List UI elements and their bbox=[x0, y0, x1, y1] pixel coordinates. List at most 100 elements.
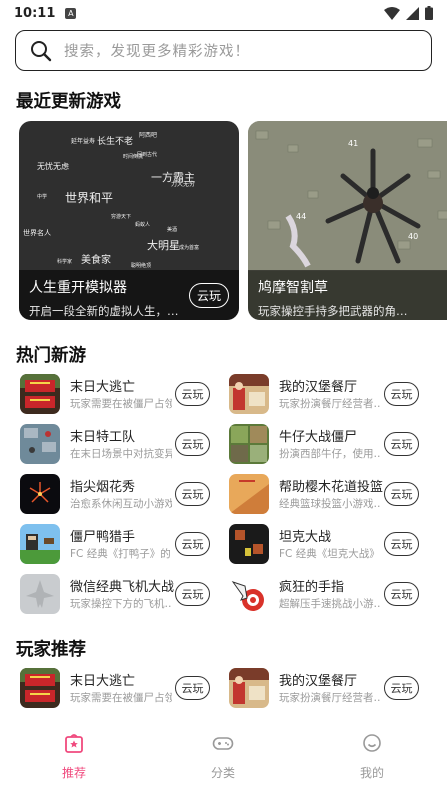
card-desc: 开启一段全新的虚拟人生，… bbox=[29, 304, 179, 318]
nav-label: 我的 bbox=[359, 766, 384, 780]
game-item[interactable]: 末日特工队 在末日场景中对抗变异 云玩 bbox=[20, 424, 230, 466]
game-desc: 扮演西部牛仔，使用… bbox=[279, 448, 381, 460]
cloud-word: 力大无穷 bbox=[171, 181, 196, 188]
game-item[interactable]: 坦克大战 FC 经典《坦克大战》 云玩 bbox=[229, 524, 439, 566]
game-name: 我的汉堡餐厅 bbox=[279, 380, 358, 395]
damage-number: 41 bbox=[348, 139, 358, 148]
cloud-play-button[interactable]: 云玩 bbox=[175, 382, 210, 406]
game-item[interactable]: 我的汉堡餐厅 玩家扮演餐厅经营者… 云玩 bbox=[229, 374, 439, 416]
word-cloud-image: 延年益寿 长生不老 阿西吧 无忧无虑 一方霸主 回到古代 中学 世界和平 力大无… bbox=[19, 121, 239, 271]
cloud-play-button[interactable]: 云玩 bbox=[175, 482, 210, 506]
cloud-play-button[interactable]: 云玩 bbox=[175, 676, 210, 700]
tank-icon bbox=[229, 524, 269, 564]
game-desc: 玩家扮演餐厅经营者… bbox=[279, 692, 381, 704]
player-section-title: 玩家推荐 bbox=[16, 640, 86, 660]
cloud-word: 成为首富 bbox=[179, 245, 200, 251]
game-name: 末日大逃亡 bbox=[70, 380, 136, 395]
search-bar[interactable]: 搜索，发现更多精彩游戏！ bbox=[15, 30, 432, 71]
game-name: 坦克大战 bbox=[279, 530, 332, 545]
cloud-play-button[interactable]: 云玩 bbox=[175, 582, 210, 606]
status-bar: 10:11 A bbox=[0, 0, 447, 26]
game-item[interactable]: 僵尸鸭猎手 FC 经典《打鸭子》的 云玩 bbox=[20, 524, 230, 566]
game-desc: 玩家扮演餐厅经营者… bbox=[279, 398, 381, 410]
game-name: 僵尸鸭猎手 bbox=[70, 530, 136, 545]
tab-category[interactable]: 分类 bbox=[193, 732, 253, 781]
cloud-word: 阿西吧 bbox=[139, 132, 158, 139]
notification-icon: A bbox=[65, 7, 77, 19]
damage-number: 44 bbox=[296, 212, 306, 221]
agents-icon bbox=[20, 424, 60, 464]
game-item[interactable]: 我的汉堡餐厅 玩家扮演餐厅经营者… 云玩 bbox=[229, 668, 439, 710]
smiley-icon bbox=[363, 734, 381, 752]
game-item[interactable]: 末日大逃亡 玩家需要在被僵尸占领的城市 云玩 bbox=[20, 374, 230, 416]
cloud-play-button[interactable]: 云玩 bbox=[384, 382, 419, 406]
game-screenshot-image: 41 44 40 bbox=[248, 121, 447, 271]
game-name: 末日特工队 bbox=[70, 430, 136, 445]
cloud-word: 时间倒流 bbox=[123, 154, 144, 160]
game-desc: 在末日场景中对抗变异 bbox=[70, 448, 172, 460]
nav-label: 分类 bbox=[210, 766, 235, 780]
game-card-life-restart[interactable]: 延年益寿 长生不老 阿西吧 无忧无虑 一方霸主 回到古代 中学 世界和平 力大无… bbox=[19, 121, 239, 320]
status-icons bbox=[384, 6, 433, 20]
recent-section-title: 最近更新游戏 bbox=[16, 92, 121, 112]
status-time: 10:11 bbox=[14, 5, 56, 21]
game-name: 我的汉堡餐厅 bbox=[279, 674, 358, 689]
gamepad-icon bbox=[212, 737, 234, 750]
basketball-icon bbox=[229, 474, 269, 514]
game-item[interactable]: 指尖烟花秀 治愈系休闲互动小游戏 云玩 bbox=[20, 474, 230, 516]
search-input[interactable]: 搜索，发现更多精彩游戏！ bbox=[64, 40, 250, 61]
game-item[interactable]: 末日大逃亡 玩家需要在被僵尸占领 云玩 bbox=[20, 668, 230, 710]
recent-carousel[interactable]: 延年益寿 长生不老 阿西吧 无忧无虑 一方霸主 回到古代 中学 世界和平 力大无… bbox=[19, 121, 447, 320]
game-desc: FC 经典《打鸭子》的 bbox=[70, 548, 171, 560]
tab-recommend[interactable]: 推荐 bbox=[44, 732, 104, 781]
cloud-word: 美酒 bbox=[167, 227, 178, 233]
cloud-play-button[interactable]: 云玩 bbox=[384, 432, 419, 456]
burger-restaurant-icon bbox=[229, 374, 269, 414]
tab-mine[interactable]: 我的 bbox=[342, 732, 402, 781]
game-card-jiumozhi[interactable]: 41 44 40 鸠摩智割草 玩家操控手持多把武器的角… 云 bbox=[248, 121, 447, 320]
game-desc: 玩家需要在被僵尸占领的城市 bbox=[70, 398, 172, 410]
game-item[interactable]: 牛仔大战僵尸 扮演西部牛仔，使用… 云玩 bbox=[229, 424, 439, 466]
game-item[interactable]: 微信经典飞机大战 玩家操控下方的飞机… 云玩 bbox=[20, 574, 230, 616]
game-item[interactable]: 帮助樱木花道投篮 经典篮球投篮小游戏… 云玩 bbox=[229, 474, 439, 516]
cloud-play-button[interactable]: 云玩 bbox=[189, 283, 229, 308]
card-desc: 玩家操控手持多把武器的角… bbox=[258, 304, 408, 318]
cloud-word: 美食家 bbox=[81, 255, 111, 266]
cloud-word: 科学家 bbox=[57, 259, 73, 265]
game-desc: 玩家需要在被僵尸占领 bbox=[70, 692, 172, 704]
game-desc: 治愈系休闲互动小游戏 bbox=[70, 498, 172, 510]
game-item[interactable]: 疯狂的手指 超解压手速挑战小游… 云玩 bbox=[229, 574, 439, 616]
game-desc: FC 经典《坦克大战》 bbox=[279, 548, 380, 560]
cloud-word: 蚂蚁人 bbox=[135, 222, 151, 228]
signal-icon bbox=[406, 6, 419, 20]
cloud-word: 延年益寿 bbox=[71, 138, 96, 145]
finger-icon bbox=[229, 574, 269, 614]
game-name: 疯狂的手指 bbox=[279, 580, 345, 595]
cloud-play-button[interactable]: 云玩 bbox=[175, 532, 210, 556]
game-desc: 经典篮球投篮小游戏… bbox=[279, 498, 381, 510]
cowboy-icon bbox=[229, 424, 269, 464]
fireworks-icon bbox=[20, 474, 60, 514]
zombie-escape-icon bbox=[20, 668, 60, 708]
cloud-play-button[interactable]: 云玩 bbox=[384, 532, 419, 556]
zombie-escape-icon bbox=[20, 374, 60, 414]
cloud-word: 聪明绝顶 bbox=[131, 263, 152, 269]
cloud-word: 世界和平 bbox=[65, 191, 114, 205]
cloud-word: 长生不老 bbox=[97, 137, 134, 147]
game-name: 牛仔大战僵尸 bbox=[279, 430, 358, 445]
cloud-play-button[interactable]: 云玩 bbox=[384, 482, 419, 506]
duck-hunter-icon bbox=[20, 524, 60, 564]
cloud-play-button[interactable]: 云玩 bbox=[384, 582, 419, 606]
nav-label: 推荐 bbox=[61, 766, 86, 780]
cloud-play-button[interactable]: 云玩 bbox=[384, 676, 419, 700]
game-name: 指尖烟花秀 bbox=[70, 480, 136, 495]
battery-icon bbox=[425, 6, 433, 20]
hot-section-title: 热门新游 bbox=[16, 346, 86, 366]
cloud-word: 无忧无虑 bbox=[37, 162, 69, 171]
cloud-play-button[interactable]: 云玩 bbox=[175, 432, 210, 456]
card-title: 鸠摩智割草 bbox=[258, 280, 328, 296]
damage-number: 40 bbox=[408, 232, 418, 241]
plane-icon bbox=[20, 574, 60, 614]
wifi-icon bbox=[384, 6, 400, 20]
cloud-word: 世界名人 bbox=[23, 229, 51, 237]
